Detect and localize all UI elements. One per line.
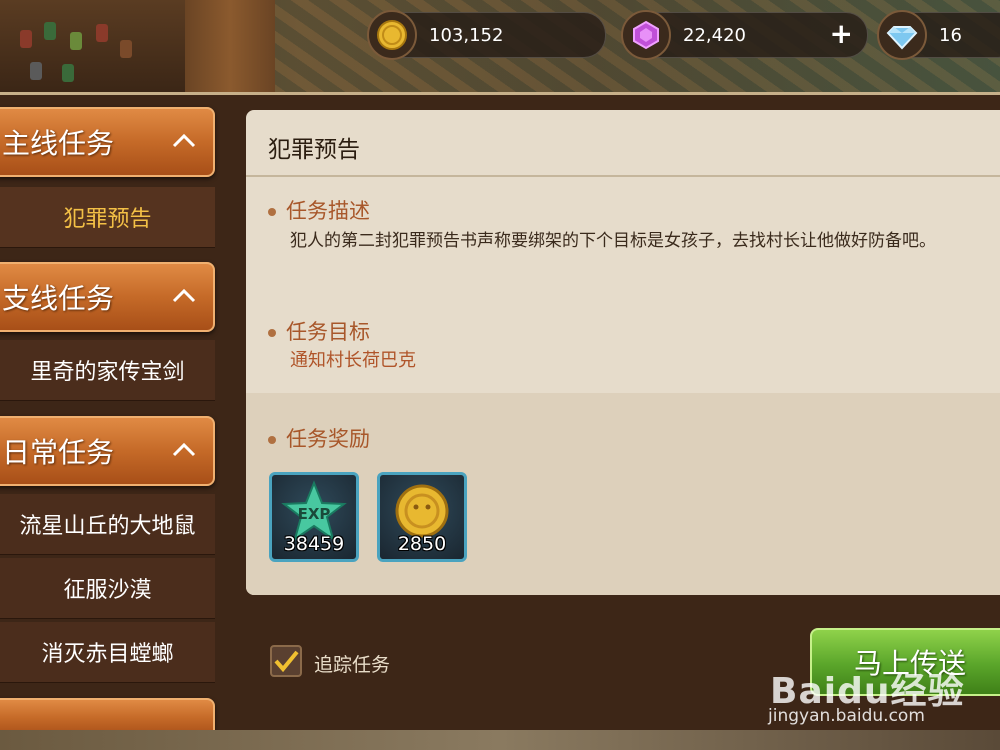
bottom-scene-strip bbox=[0, 730, 1000, 750]
bullet-icon bbox=[268, 436, 276, 444]
quest-item-conquer-desert[interactable]: 征服沙漠 bbox=[0, 558, 215, 619]
category-next-collapsed[interactable] bbox=[0, 698, 215, 732]
quest-description: 犯人的第二封犯罪预告书声称要绑架的下个目标是女孩子，去找村长让他做好防备吧。 bbox=[290, 231, 936, 251]
reward-amount: 38459 bbox=[283, 533, 345, 555]
diamond-value: 16 bbox=[939, 24, 962, 46]
gold-value: 103,152 bbox=[429, 24, 504, 46]
quest-item-crime-notice[interactable]: 犯罪预告 bbox=[0, 187, 215, 248]
category-side-quest[interactable]: 支线任务 bbox=[0, 262, 215, 332]
gem-value: 22,420 bbox=[683, 24, 746, 46]
reward-exp[interactable]: EXP 38459 bbox=[269, 472, 359, 562]
reward-amount: 2850 bbox=[397, 533, 447, 555]
quest-item-rich-sword[interactable]: 里奇的家传宝剑 bbox=[0, 340, 215, 401]
quest-title: 犯罪预告 bbox=[268, 137, 360, 163]
quest-item-label: 征服沙漠 bbox=[63, 578, 152, 603]
checkmark-icon bbox=[274, 650, 299, 673]
category-label: 支线任务 bbox=[2, 282, 115, 315]
bullet-icon bbox=[268, 208, 276, 216]
plus-icon[interactable]: + bbox=[830, 19, 853, 49]
reward-section: 任务奖励 bbox=[246, 393, 1000, 595]
track-quest-label: 追踪任务 bbox=[314, 654, 391, 676]
quest-detail-panel: 犯罪预告 任务描述 犯人的第二封犯罪预告书声称要绑架的下个目标是女孩子，去找村长… bbox=[246, 110, 1000, 595]
quest-objective: 通知村长荷巴克 bbox=[290, 350, 416, 371]
category-label: 日常任务 bbox=[2, 436, 115, 469]
gem-counter: 22,420 + bbox=[621, 10, 868, 60]
category-main-quest[interactable]: 主线任务 bbox=[0, 107, 215, 177]
description-heading: 任务描述 bbox=[268, 195, 370, 225]
gold-coin-icon bbox=[367, 10, 417, 60]
quest-item-label: 犯罪预告 bbox=[63, 207, 152, 232]
blue-diamond-icon bbox=[877, 10, 927, 60]
chevron-up-icon bbox=[172, 288, 196, 303]
quest-category-sidebar: 主线任务 犯罪预告 支线任务 里奇的家传宝剑 日常任务 流星山丘的大地鼠 征服沙… bbox=[0, 92, 222, 732]
svg-text:EXP: EXP bbox=[298, 505, 331, 523]
baidu-watermark-url: jingyan.baidu.com bbox=[768, 706, 925, 726]
quest-item-label: 里奇的家传宝剑 bbox=[30, 360, 185, 385]
quest-item-label: 消灭赤目螳螂 bbox=[41, 642, 174, 667]
reward-gold[interactable]: 2850 bbox=[377, 472, 467, 562]
quest-item-meteor-mole[interactable]: 流星山丘的大地鼠 bbox=[0, 494, 215, 555]
track-quest-checkbox[interactable] bbox=[270, 645, 302, 677]
chevron-up-icon bbox=[172, 442, 196, 457]
objective-heading: 任务目标 bbox=[268, 316, 370, 346]
bullet-icon bbox=[268, 329, 276, 337]
pillar-decoration bbox=[185, 0, 275, 92]
purple-gem-icon bbox=[621, 10, 671, 60]
quest-item-label: 流星山丘的大地鼠 bbox=[19, 514, 196, 539]
gold-counter: 103,152 bbox=[367, 10, 606, 60]
category-label: 主线任务 bbox=[2, 127, 115, 160]
shelf-decoration bbox=[0, 0, 185, 92]
category-daily-quest[interactable]: 日常任务 bbox=[0, 416, 215, 486]
reward-heading: 任务奖励 bbox=[268, 423, 370, 453]
quest-item-red-eye-mantis[interactable]: 消灭赤目螳螂 bbox=[0, 622, 215, 683]
diamond-counter: 16 bbox=[877, 10, 1000, 60]
chevron-up-icon bbox=[172, 133, 196, 148]
